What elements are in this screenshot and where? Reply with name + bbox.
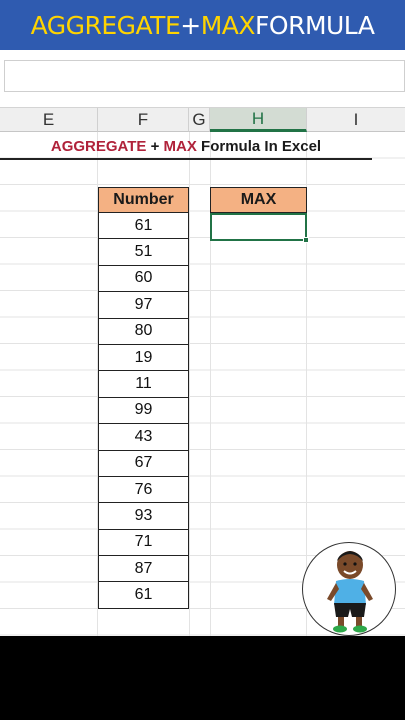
number-cell[interactable]: 43 [98, 424, 189, 451]
number-cell[interactable]: 80 [98, 318, 189, 345]
number-cell[interactable]: 19 [98, 344, 189, 372]
cartoon-person-icon [327, 551, 373, 633]
video-title-banner: AGGREGATE + MAX FORMULA [0, 0, 405, 50]
sheet-title: AGGREGATE + MAX Formula In Excel [0, 134, 372, 160]
fill-handle[interactable] [303, 237, 309, 243]
active-cell-h[interactable] [210, 213, 309, 243]
number-cell[interactable]: 93 [98, 503, 189, 530]
number-cell[interactable]: 67 [98, 450, 189, 477]
number-cell[interactable]: 97 [98, 292, 189, 319]
number-cell[interactable]: 61 [98, 213, 189, 240]
number-cell[interactable]: 76 [98, 476, 189, 504]
banner-max: MAX [200, 10, 256, 40]
number-cell[interactable]: 99 [98, 397, 189, 425]
column-header-e[interactable]: E [0, 108, 98, 132]
column-header-g[interactable]: G [189, 108, 210, 132]
number-cell[interactable]: 71 [98, 529, 189, 557]
column-header-i[interactable]: I [307, 108, 405, 132]
number-cell[interactable]: 60 [98, 265, 189, 293]
gridline [189, 132, 190, 636]
presenter-avatar [302, 542, 396, 636]
formula-bar-input[interactable] [4, 60, 405, 92]
number-cell[interactable]: 11 [98, 371, 189, 398]
number-column: 61 51 60 97 80 19 11 99 43 67 76 93 71 8… [98, 213, 189, 609]
number-cell[interactable]: 61 [98, 582, 189, 609]
number-header-cell[interactable]: Number [98, 187, 189, 213]
title-aggregate: AGGREGATE [50, 137, 147, 155]
number-cell[interactable]: 87 [98, 556, 189, 583]
banner-plus: + [180, 10, 201, 40]
title-plus: + [146, 137, 164, 155]
max-header-cell[interactable]: MAX [210, 187, 307, 213]
formula-bar-area [0, 50, 405, 108]
column-header-f[interactable]: F [98, 108, 189, 132]
banner-aggregate: AGGREGATE [30, 10, 181, 40]
banner-formula: FORMULA [255, 10, 375, 40]
title-rest: Formula In Excel [196, 137, 322, 155]
title-max: MAX [163, 137, 197, 155]
column-header-h[interactable]: H [210, 108, 307, 132]
number-cell[interactable]: 51 [98, 239, 189, 266]
